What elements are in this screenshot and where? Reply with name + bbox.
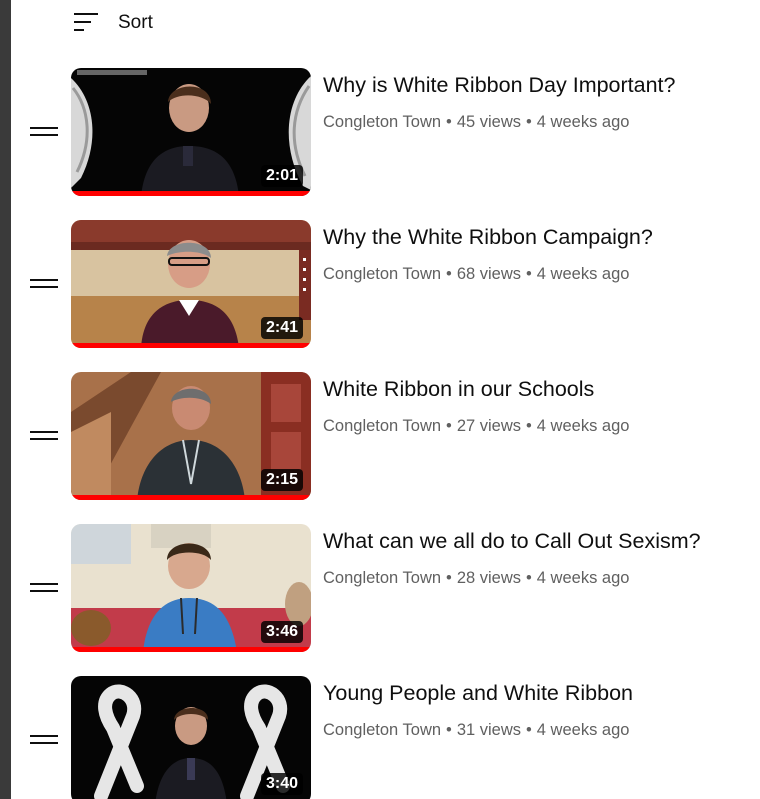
meta-separator: • <box>526 721 532 739</box>
watch-progress-bar <box>71 343 311 348</box>
sort-label: Sort <box>118 12 153 33</box>
view-count: 28 views <box>456 569 522 587</box>
channel-link[interactable]: Congleton Town <box>323 721 441 739</box>
watch-progress-bar <box>71 647 311 652</box>
duration-badge: 2:41 <box>260 317 303 339</box>
video-thumbnail[interactable]: 3:46 <box>71 524 311 652</box>
upload-age: 4 weeks ago <box>536 721 630 739</box>
drag-handle-icon[interactable] <box>30 732 58 748</box>
view-count: 45 views <box>456 113 522 131</box>
video-title[interactable]: Why the White Ribbon Campaign? <box>323 223 753 251</box>
drag-handle-icon[interactable] <box>30 428 58 444</box>
channel-link[interactable]: Congleton Town <box>323 417 441 435</box>
upload-age: 4 weeks ago <box>536 113 630 131</box>
meta-separator: • <box>526 417 532 435</box>
meta-separator: • <box>526 113 532 131</box>
playlist-item-3[interactable]: 2:15 White Ribbon in our Schools Conglet… <box>0 372 760 504</box>
meta-separator: • <box>446 569 452 587</box>
playlist-page: Sort 2:01 Why is White Ribbon Day Import… <box>0 0 760 799</box>
video-meta: Congleton Town • 31 views • 4 weeks ago <box>323 721 629 740</box>
upload-age: 4 weeks ago <box>536 265 630 283</box>
meta-separator: • <box>446 265 452 283</box>
meta-separator: • <box>446 721 452 739</box>
watch-progress-bar <box>71 191 311 196</box>
video-thumbnail[interactable]: 2:41 <box>71 220 311 348</box>
video-title[interactable]: Why is White Ribbon Day Important? <box>323 71 753 99</box>
meta-separator: • <box>446 113 452 131</box>
playlist-item-5[interactable]: 3:40 Young People and White Ribbon Congl… <box>0 676 760 799</box>
video-thumbnail[interactable]: 2:01 <box>71 68 311 196</box>
drag-handle-icon[interactable] <box>30 124 58 140</box>
playlist-item-4[interactable]: 3:46 What can we all do to Call Out Sexi… <box>0 524 760 656</box>
video-meta: Congleton Town • 45 views • 4 weeks ago <box>323 113 629 132</box>
drag-handle-icon[interactable] <box>30 276 58 292</box>
upload-age: 4 weeks ago <box>536 417 630 435</box>
video-meta: Congleton Town • 28 views • 4 weeks ago <box>323 569 629 588</box>
meta-separator: • <box>446 417 452 435</box>
duration-badge: 3:40 <box>260 773 303 795</box>
channel-link[interactable]: Congleton Town <box>323 113 441 131</box>
view-count: 27 views <box>456 417 522 435</box>
meta-separator: • <box>526 265 532 283</box>
playlist-item-2[interactable]: 2:41 Why the White Ribbon Campaign? Cong… <box>0 220 760 352</box>
duration-badge: 2:01 <box>260 165 303 187</box>
video-title[interactable]: What can we all do to Call Out Sexism? <box>323 527 753 555</box>
video-thumbnail[interactable]: 3:40 <box>71 676 311 799</box>
video-title[interactable]: Young People and White Ribbon <box>323 679 753 707</box>
sort-icon <box>74 13 98 31</box>
sort-button[interactable]: Sort <box>70 6 153 40</box>
meta-separator: • <box>526 569 532 587</box>
watch-progress-bar <box>71 495 311 500</box>
video-meta: Congleton Town • 27 views • 4 weeks ago <box>323 417 629 436</box>
upload-age: 4 weeks ago <box>536 569 630 587</box>
playlist-item-1[interactable]: 2:01 Why is White Ribbon Day Important? … <box>0 68 760 200</box>
channel-link[interactable]: Congleton Town <box>323 265 441 283</box>
view-count: 31 views <box>456 721 522 739</box>
video-title[interactable]: White Ribbon in our Schools <box>323 375 753 403</box>
view-count: 68 views <box>456 265 522 283</box>
duration-badge: 2:15 <box>260 469 303 491</box>
duration-badge: 3:46 <box>260 621 303 643</box>
video-meta: Congleton Town • 68 views • 4 weeks ago <box>323 265 629 284</box>
drag-handle-icon[interactable] <box>30 580 58 596</box>
video-thumbnail[interactable]: 2:15 <box>71 372 311 500</box>
channel-link[interactable]: Congleton Town <box>323 569 441 587</box>
